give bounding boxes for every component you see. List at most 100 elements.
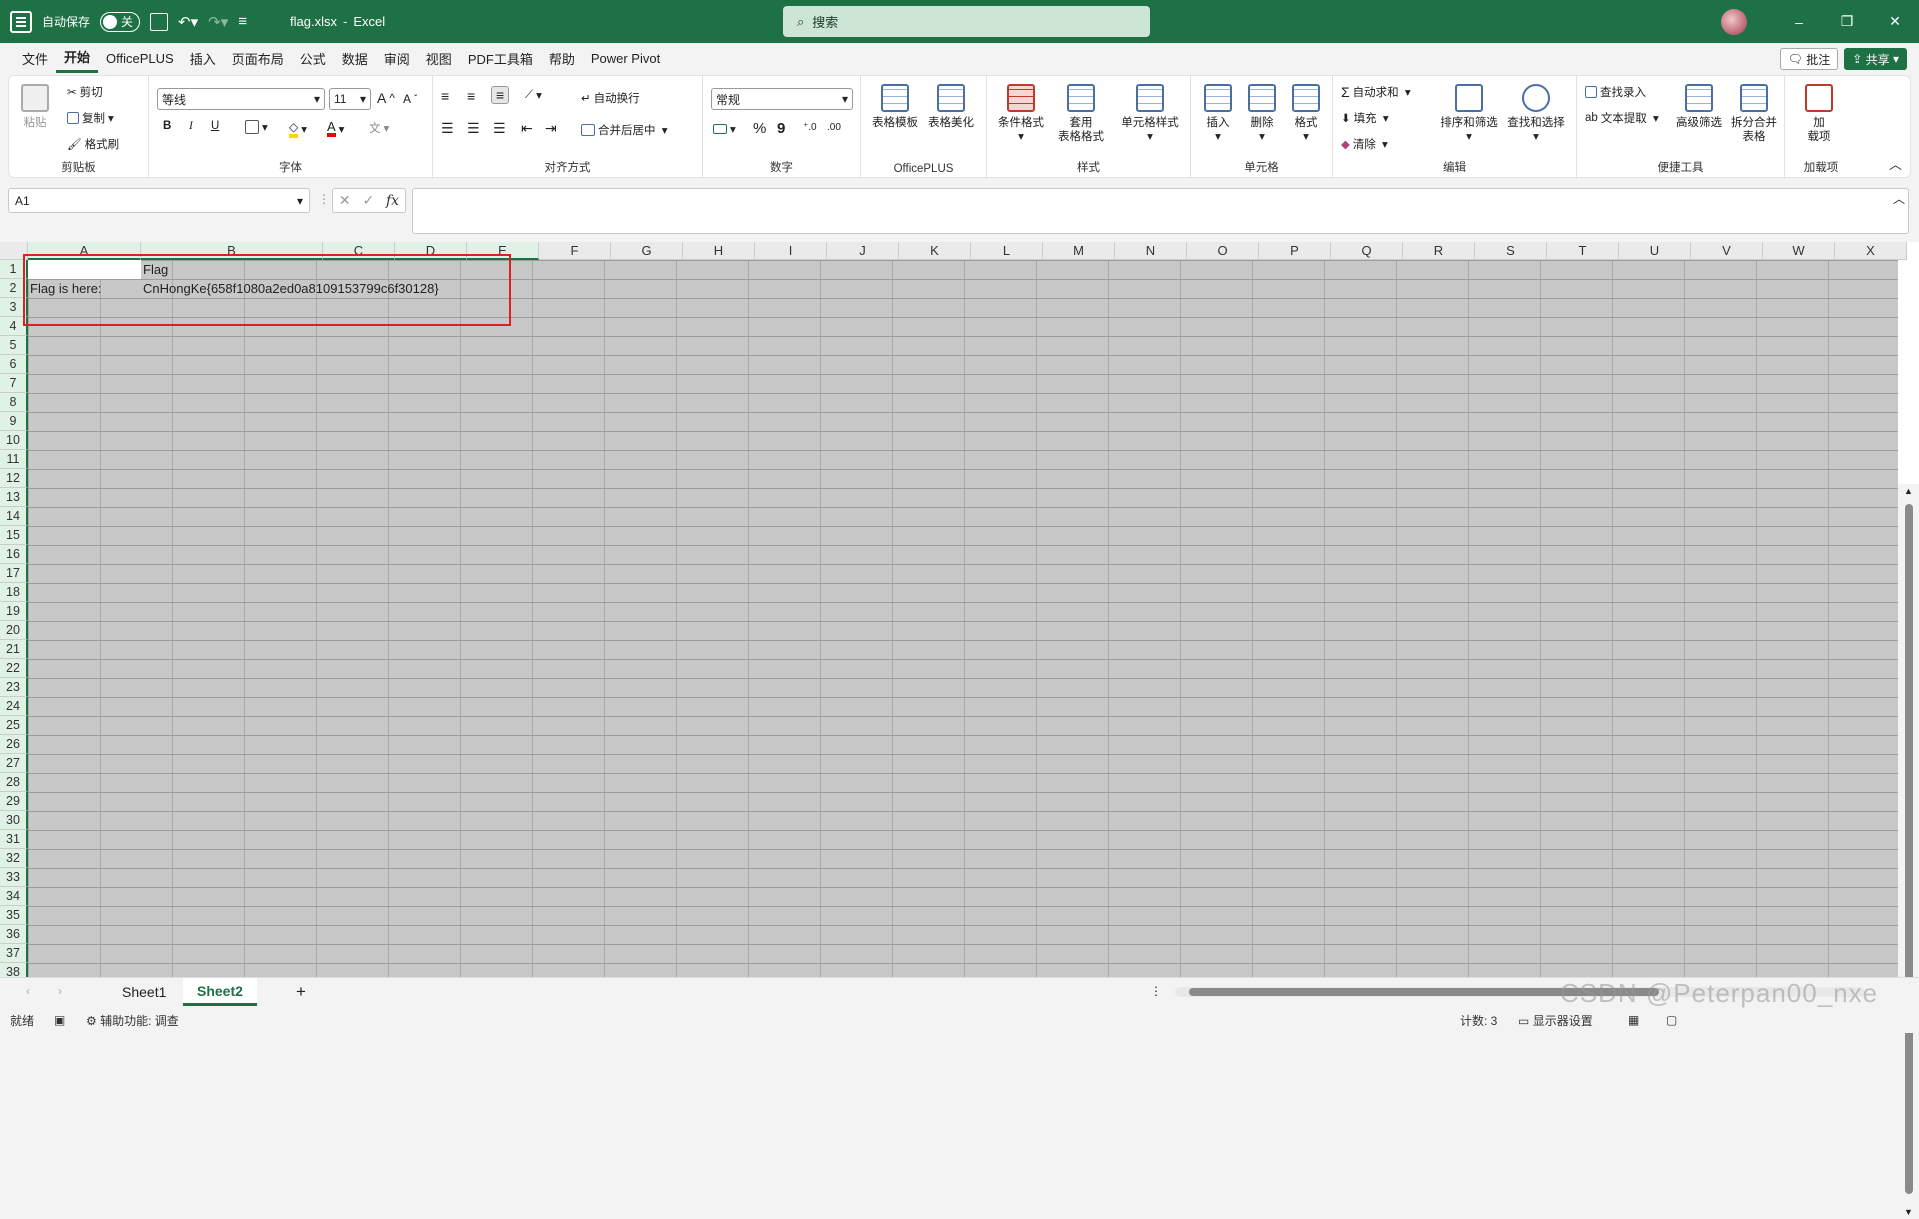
tab-review[interactable]: 审阅 <box>376 43 418 73</box>
prev-sheet-icon[interactable]: ‹ <box>26 984 30 998</box>
row-header-12[interactable]: 12 <box>0 469 28 488</box>
clear-button[interactable]: ◆ 清除 ▾ <box>1341 136 1388 152</box>
column-header-g[interactable]: G <box>611 242 683 260</box>
column-header-m[interactable]: M <box>1043 242 1115 260</box>
row-header-11[interactable]: 11 <box>0 450 28 469</box>
row-header-18[interactable]: 18 <box>0 583 28 602</box>
addins-button[interactable]: 加 载项 <box>1799 84 1839 144</box>
row-header-15[interactable]: 15 <box>0 526 28 545</box>
tab-view[interactable]: 视图 <box>418 43 460 73</box>
tab-insert[interactable]: 插入 <box>182 43 224 73</box>
sort-filter-button[interactable]: 排序和筛选 ▾ <box>1437 84 1501 144</box>
row-header-29[interactable]: 29 <box>0 792 28 811</box>
close-button[interactable]: ✕ <box>1871 0 1919 43</box>
decrease-decimal-button[interactable]: .00 <box>827 122 841 133</box>
percent-button[interactable]: % <box>753 120 766 137</box>
row-header-26[interactable]: 26 <box>0 735 28 754</box>
grow-font-button[interactable]: A ^ <box>377 90 395 106</box>
cell-area[interactable]: Flag Flag is here: CnHongKe{658f1080a2ed… <box>28 260 1898 977</box>
column-header-u[interactable]: U <box>1619 242 1691 260</box>
row-header-23[interactable]: 23 <box>0 678 28 697</box>
underline-button[interactable]: U <box>211 120 219 132</box>
tab-help[interactable]: 帮助 <box>541 43 583 73</box>
row-header-22[interactable]: 22 <box>0 659 28 678</box>
column-header-w[interactable]: W <box>1763 242 1835 260</box>
row-header-27[interactable]: 27 <box>0 754 28 773</box>
save-icon[interactable] <box>150 12 169 31</box>
next-sheet-icon[interactable]: › <box>58 984 62 998</box>
customize-toolbar-icon[interactable]: ≡ <box>238 13 247 30</box>
row-header-37[interactable]: 37 <box>0 944 28 963</box>
macro-record-icon[interactable]: ▣ <box>54 1013 65 1027</box>
phonetic-button[interactable]: 文 ▾ <box>369 120 389 136</box>
align-center-button[interactable]: ☰ <box>467 120 480 137</box>
row-header-20[interactable]: 20 <box>0 621 28 640</box>
font-size-select[interactable]: 11 ▾ <box>329 88 371 110</box>
row-header-30[interactable]: 30 <box>0 811 28 830</box>
text-extract-button[interactable]: ab 文本提取 ▾ <box>1585 110 1659 126</box>
accessibility-button[interactable]: ⚙ 辅助功能: 调查 <box>86 1012 179 1029</box>
column-header-i[interactable]: I <box>755 242 827 260</box>
user-avatar[interactable] <box>1721 8 1747 35</box>
row-header-13[interactable]: 13 <box>0 488 28 507</box>
minimize-button[interactable]: – <box>1775 0 1823 43</box>
redo-icon[interactable]: ↷▾ <box>208 13 228 31</box>
tab-page-layout[interactable]: 页面布局 <box>224 43 292 73</box>
bold-button[interactable]: B <box>163 120 171 132</box>
wrap-text-button[interactable]: ↵ 自动换行 <box>581 90 640 106</box>
increase-indent-button[interactable]: ⇥ <box>545 120 557 137</box>
row-header-9[interactable]: 9 <box>0 412 28 431</box>
align-top-button[interactable]: ≡ <box>441 88 449 104</box>
decrease-indent-button[interactable]: ⇤ <box>521 120 533 137</box>
advanced-filter-button[interactable]: 高级筛选 <box>1673 84 1725 130</box>
add-sheet-button[interactable]: + <box>296 982 306 1002</box>
row-header-33[interactable]: 33 <box>0 868 28 887</box>
cut-button[interactable]: ✂ 剪切 <box>67 84 103 100</box>
scroll-up-icon[interactable]: ▲ <box>1904 486 1913 496</box>
align-right-button[interactable]: ☰ <box>493 120 506 137</box>
column-header-p[interactable]: P <box>1259 242 1331 260</box>
row-header-25[interactable]: 25 <box>0 716 28 735</box>
shrink-font-button[interactable]: Aˇ <box>403 92 417 106</box>
column-header-l[interactable]: L <box>971 242 1043 260</box>
paste-button[interactable]: 粘贴 <box>17 84 53 130</box>
number-format-select[interactable]: 常规 ▾ <box>711 88 853 110</box>
vertical-scrollbar[interactable]: ▲ ▼ <box>1898 484 1919 1219</box>
expand-formula-icon[interactable]: ︿ <box>1893 190 1905 207</box>
align-middle-button[interactable]: ≡ <box>467 88 475 104</box>
insert-function-button[interactable]: fx <box>386 193 399 209</box>
tab-file[interactable]: 文件 <box>14 43 56 73</box>
search-box[interactable]: ⌕ 搜索 <box>783 6 1150 37</box>
tab-formulas[interactable]: 公式 <box>292 43 334 73</box>
more-options-icon[interactable]: ⋮ <box>318 192 330 206</box>
row-header-28[interactable]: 28 <box>0 773 28 792</box>
formula-input[interactable] <box>412 188 1909 234</box>
row-header-6[interactable]: 6 <box>0 355 28 374</box>
column-header-o[interactable]: O <box>1187 242 1259 260</box>
row-header-5[interactable]: 5 <box>0 336 28 355</box>
merge-center-button[interactable]: 合并后居中 ▾ <box>581 122 667 138</box>
tab-pdf-tools[interactable]: PDF工具箱 <box>460 43 541 73</box>
split-merge-button[interactable]: 拆分合并 表格 <box>1727 84 1781 144</box>
delete-cells-button[interactable]: 删除 ▾ <box>1241 84 1283 144</box>
copy-button[interactable]: 复制 ▾ <box>67 110 114 126</box>
normal-view-icon[interactable]: ▦ <box>1628 1013 1639 1027</box>
column-header-t[interactable]: T <box>1547 242 1619 260</box>
tab-data[interactable]: 数据 <box>334 43 376 73</box>
cancel-icon[interactable]: ✕ <box>339 192 351 209</box>
page-layout-view-icon[interactable]: ▢ <box>1666 1013 1677 1027</box>
display-settings-button[interactable]: ▭ 显示器设置 <box>1518 1012 1593 1029</box>
lookup-entry-button[interactable]: 查找录入 <box>1585 84 1646 100</box>
increase-decimal-button[interactable]: ⁺.0 <box>803 122 817 133</box>
name-box[interactable]: A1 ▾ <box>8 188 310 213</box>
row-header-34[interactable]: 34 <box>0 887 28 906</box>
column-header-f[interactable]: F <box>539 242 611 260</box>
row-header-36[interactable]: 36 <box>0 925 28 944</box>
row-header-32[interactable]: 32 <box>0 849 28 868</box>
column-header-j[interactable]: J <box>827 242 899 260</box>
maximize-button[interactable]: ❐ <box>1823 0 1871 43</box>
column-header-q[interactable]: Q <box>1331 242 1403 260</box>
column-header-v[interactable]: V <box>1691 242 1763 260</box>
sheet-tab-sheet1[interactable]: Sheet1 <box>108 978 180 1006</box>
comma-button[interactable]: 9 <box>777 120 785 137</box>
